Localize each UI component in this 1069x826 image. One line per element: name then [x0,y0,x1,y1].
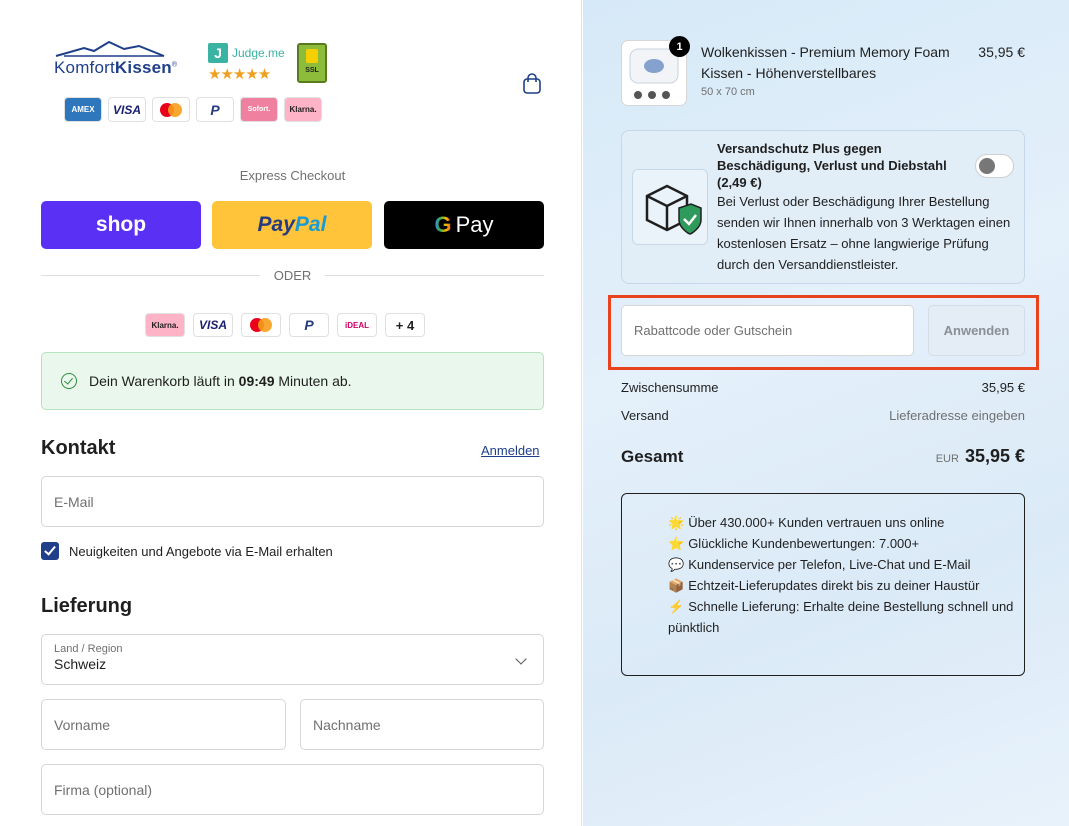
email-field[interactable]: E-Mail [41,476,544,527]
klarna-icon: Klarna. [145,313,185,337]
star-icon: ⭐ [668,536,685,551]
sofort-icon: Sofort. [240,97,278,122]
newsletter-checkbox[interactable] [41,542,59,560]
subtotal-value: 35,95 € [981,380,1025,395]
trust-item: 📦 Echtzeit-Lieferupdates direkt bis zu de… [668,578,980,593]
judgeme-badge: J Judge.me ★★★★★ [208,43,298,83]
shipping-label: Versand [621,408,669,423]
lightning-icon: ⚡ [668,599,685,614]
visa-icon: VISA [193,313,233,337]
check-circle-icon [61,373,77,389]
subtotal-label: Zwischensumme [621,380,719,395]
protection-toggle[interactable] [975,154,1014,178]
checkout-form-column: KomfortKissen® J Judge.me ★★★★★ SSL AMEX… [0,0,582,826]
mountain-logo-icon [55,40,165,57]
product-title: Wolkenkissen - Premium Memory Foam Kisse… [701,44,950,81]
trust-item: ⚡ Schnelle Lieferung: Erhalte deine Beste… [668,599,1014,635]
lastname-field[interactable]: Nachname [300,699,544,750]
ssl-label: SSL [305,67,319,74]
cart-timer-notice: Dein Warenkorb läuft in 09:49 Minuten ab… [41,352,544,410]
total-amount: 35,95 € [964,446,1025,466]
country-label: Land / Region [54,643,123,655]
order-summary-column: 1 Wolkenkissen - Premium Memory Foam Kis… [583,0,1069,826]
judgeme-icon: J [208,43,228,63]
quantity-badge: 1 [669,36,690,57]
visa-icon: VISA [108,97,146,122]
brand-name-bold: Kissen [114,58,172,77]
or-divider: ODER [41,268,544,283]
trust-item: ⭐ Glückliche Kundenbewertungen: 7.000+ [668,536,920,551]
shipping-value: Lieferadresse eingeben [889,408,1025,423]
newsletter-option[interactable]: Neuigkeiten und Angebote via E-Mail erha… [41,542,333,560]
ideal-icon: iDEAL [337,313,377,337]
protection-description: Bei Verlust oder Beschädigung Ihrer Best… [717,194,1011,272]
express-checkout-title: Express Checkout [239,168,346,183]
total-label: Gesamt [621,447,684,466]
trust-item: 🌟 Über 430.000+ Kunden vertrauen uns onli… [668,515,945,530]
google-pay-button[interactable]: G Pay [384,201,544,249]
protection-title: Versandschutz Plus gegen Beschädigung, V… [717,141,947,190]
timer-countdown: 09:49 [238,373,275,389]
komfortkissen-logo[interactable]: KomfortKissen® [54,40,194,78]
contact-heading: Kontakt [41,437,116,459]
delivery-heading: Lieferung [41,595,133,617]
discount-code-input[interactable]: Rabattcode oder Gutschein [621,305,914,356]
total-currency: EUR [935,453,959,465]
klarna-icon: Klarna. [284,97,322,122]
country-select[interactable]: Land / Region Schweiz [41,634,544,685]
ssl-badge: SSL [297,43,327,83]
judgeme-label: Judge.me [232,46,285,60]
registered-mark: ® [171,61,178,69]
product-price: 35,95 € [978,44,1025,60]
shopping-bag-icon[interactable] [522,73,542,95]
shop-pay-button[interactable]: shop [41,201,201,249]
more-payments-badge: + 4 [385,313,425,337]
trust-box: 🌟 Über 430.000+ Kunden vertrauen uns onli… [621,493,1025,676]
shipping-row: Versand Lieferadresse eingeben [621,408,1025,423]
newsletter-label: Neuigkeiten und Angebote via E-Mail erha… [69,543,333,559]
lock-icon [306,49,318,63]
glowing-star-icon: 🌟 [668,515,685,530]
mastercard-icon [152,97,190,122]
apply-discount-button[interactable]: Anwenden [928,305,1025,356]
paypal-icon: P [196,97,234,122]
country-value: Schweiz [54,656,107,672]
firstname-field[interactable]: Vorname [41,699,286,750]
shield-package-icon [632,169,708,245]
payment-logos: AMEX VISA P Sofort. Klarna. [64,97,322,122]
shipping-protection-box: Versandschutz Plus gegen Beschädigung, V… [621,130,1025,284]
login-link[interactable]: Anmelden [481,443,540,458]
subtotal-row: Zwischensumme 35,95 € [621,380,1025,395]
speech-bubble-icon: 💬 [668,557,685,572]
amex-icon: AMEX [64,97,102,122]
paypal-icon: P [289,313,329,337]
rating-stars-icon: ★★★★★ [208,66,271,83]
trust-item: 💬 Kundenservice per Telefon, Live-Chat un… [668,557,971,572]
brand-name-light: Komfort [54,58,115,77]
product-variant: 50 x 70 cm [701,86,755,98]
google-g-icon: G [434,212,452,237]
company-field[interactable]: Firma (optional) [41,764,544,815]
alternative-payment-logos: Klarna. VISA P iDEAL + 4 [145,313,425,337]
paypal-button[interactable]: Pay Pal [212,201,372,249]
package-icon: 📦 [668,578,685,593]
total-value: EUR 35,95 € [883,446,1025,467]
mastercard-icon [241,313,281,337]
